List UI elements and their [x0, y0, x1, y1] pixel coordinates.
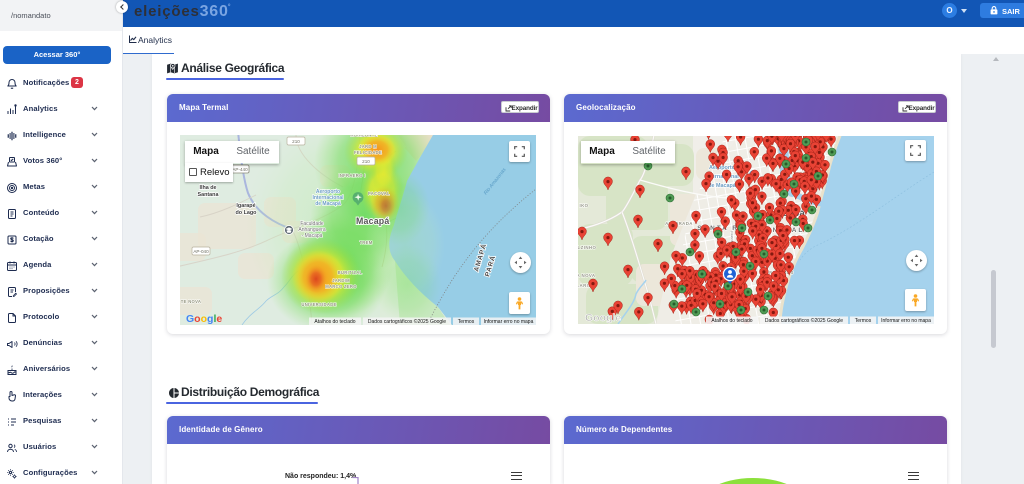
svg-text:UNIVERSIDADE: UNIVERSIDADE — [301, 302, 336, 307]
svg-text:210: 210 — [292, 139, 300, 144]
svg-text:Igarapé: Igarapé — [236, 203, 255, 209]
svg-text:TREM: TREM — [359, 240, 372, 245]
svg-text:CABRALZINHO: CABRALZINHO — [578, 245, 596, 250]
svg-text:Atalhos do teclado: Atalhos do teclado — [314, 319, 355, 325]
svg-text:Dados cartográficos ©2025 Goog: Dados cartográficos ©2025 Google — [765, 317, 843, 324]
svg-text:MARCO ZERO: MARCO ZERO — [325, 284, 357, 289]
svg-text:do Lago: do Lago — [236, 210, 258, 216]
svg-text:Ilha de: Ilha de — [199, 185, 216, 191]
svg-text:Macapá: Macapá — [356, 216, 389, 226]
svg-text:Dados cartográficos ©2025 Goog: Dados cartográficos ©2025 Google — [368, 318, 446, 325]
svg-text:Atalhos do teclado: Atalhos do teclado — [711, 318, 752, 324]
svg-text:PACOVAL: PACOVAL — [368, 191, 390, 196]
svg-text:FELICIDADE: FELICIDADE — [354, 150, 382, 155]
svg-text:JARD M: JARD M — [359, 144, 377, 149]
svg-text:A NOVA: A NOVA — [578, 273, 596, 278]
svg-text:TE NOVA: TE NOVA — [181, 299, 201, 304]
svg-text:INFRAERO I: INFRAERO I — [338, 173, 365, 178]
svg-text:Santana: Santana — [198, 192, 220, 198]
svg-text:AP-040: AP-040 — [193, 249, 209, 254]
svg-text:JARDIM: JARDIM — [332, 278, 350, 283]
svg-text:210: 210 — [362, 159, 370, 164]
svg-text:BURITIZAL: BURITIZAL — [338, 270, 363, 275]
svg-text:Google: Google — [186, 313, 222, 325]
svg-text:Termos: Termos — [458, 319, 475, 325]
svg-text:Informar erro no mapa: Informar erro no mapa — [881, 318, 931, 324]
svg-text:- Macapá: - Macapá — [302, 233, 323, 239]
svg-text:de Macapá: de Macapá — [315, 201, 341, 207]
svg-text:Google: Google — [585, 312, 621, 324]
svg-text:HORIZONTE: HORIZONTE — [350, 135, 377, 138]
svg-text:AP-440: AP-440 — [232, 167, 248, 172]
svg-text:de Macapá: de Macapá — [708, 183, 737, 189]
svg-text:Termos: Termos — [855, 318, 872, 324]
svg-text:IKO: IKO — [579, 203, 588, 208]
svg-text:Informar erro no mapa: Informar erro no mapa — [484, 319, 534, 325]
